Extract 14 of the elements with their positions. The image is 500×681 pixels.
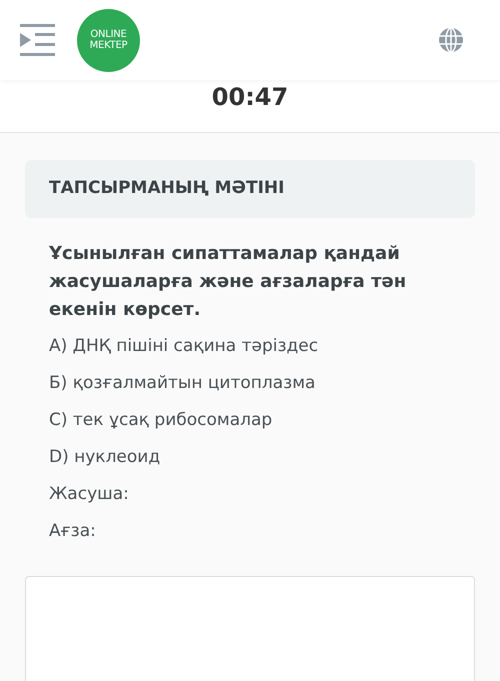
- answer-line: Б) қозғалмайтын цитоплазма: [49, 372, 316, 395]
- answer-line: А) ДНҚ пішіні сақина тәріздес: [49, 335, 320, 358]
- logo[interactable]: ONLINE MEKTEP: [77, 8, 140, 72]
- section-title: ТАПСЫРМАНЫҢ МӘТІНІ: [49, 177, 284, 200]
- answer-line: Жасуша:: [49, 483, 130, 506]
- answer-line: С) тек ұсақ рибосомалар: [49, 409, 274, 432]
- globe-icon[interactable]: [438, 27, 464, 53]
- answer-line: D) нуклеоид: [49, 446, 162, 469]
- timer: 00:47: [212, 82, 288, 112]
- logo-text: MEKTEP: [90, 40, 128, 51]
- answer-line: Ағза:: [49, 520, 97, 543]
- logo-text: ONLINE: [90, 29, 127, 40]
- menu-icon[interactable]: [20, 24, 57, 56]
- question-text: Ұсынылған сипаттамалар қандай жасушаларға және ағзаларға тән екенін көрсет.: [49, 242, 408, 322]
